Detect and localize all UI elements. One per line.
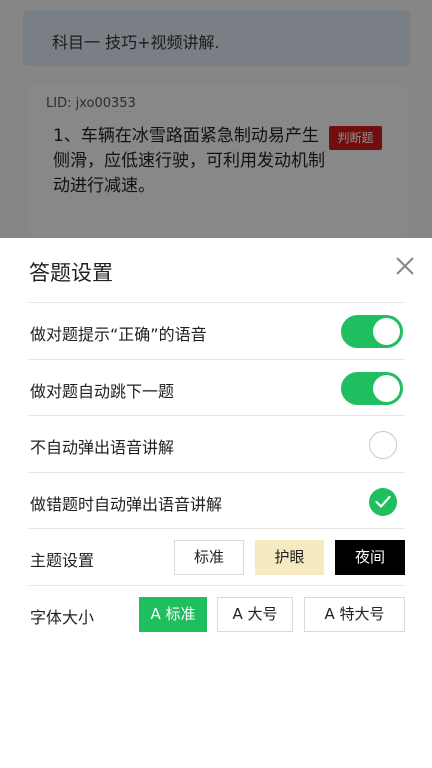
theme-eye-care-button[interactable]: 护眼 bbox=[255, 540, 324, 575]
setting-label: 做错题时自动弹出语音讲解 bbox=[30, 495, 223, 514]
setting-row-theme: 主题设置 标准 护眼 夜间 bbox=[28, 528, 405, 585]
setting-row-font-size: 字体大小 A 标准 A 大号 A 特大号 bbox=[28, 585, 405, 642]
correct-voice-toggle[interactable] bbox=[341, 315, 403, 348]
close-icon bbox=[396, 257, 414, 275]
auto-next-toggle[interactable] bbox=[341, 372, 403, 405]
setting-label: 做对题提示“正确”的语音 bbox=[30, 325, 207, 344]
checkmark-icon bbox=[375, 495, 391, 508]
answer-settings-sheet: 答题设置 做对题提示“正确”的语音 做对题自动跳下一题 不自动弹出语音讲解 做错… bbox=[0, 238, 432, 768]
theme-standard-button[interactable]: 标准 bbox=[174, 540, 244, 575]
font-standard-button[interactable]: A 标准 bbox=[139, 597, 207, 632]
no-auto-voice-radio[interactable] bbox=[369, 431, 397, 459]
setting-row-no-auto-voice: 不自动弹出语音讲解 bbox=[28, 415, 405, 472]
font-large-button[interactable]: A 大号 bbox=[217, 597, 293, 632]
setting-row-correct-voice: 做对题提示“正确”的语音 bbox=[28, 302, 405, 359]
setting-row-auto-next: 做对题自动跳下一题 bbox=[28, 359, 405, 416]
setting-label: 不自动弹出语音讲解 bbox=[30, 438, 175, 457]
setting-label: 做对题自动跳下一题 bbox=[30, 382, 175, 401]
theme-label: 主题设置 bbox=[30, 551, 95, 570]
font-extra-large-button[interactable]: A 特大号 bbox=[304, 597, 405, 632]
toggle-knob bbox=[373, 375, 400, 402]
theme-night-button[interactable]: 夜间 bbox=[335, 540, 405, 575]
toggle-knob bbox=[373, 318, 400, 345]
sheet-title: 答题设置 bbox=[29, 261, 113, 285]
font-size-label: 字体大小 bbox=[30, 608, 95, 627]
close-button[interactable] bbox=[392, 253, 418, 279]
wrong-auto-voice-radio[interactable] bbox=[369, 488, 397, 516]
setting-row-wrong-auto-voice: 做错题时自动弹出语音讲解 bbox=[28, 472, 405, 529]
